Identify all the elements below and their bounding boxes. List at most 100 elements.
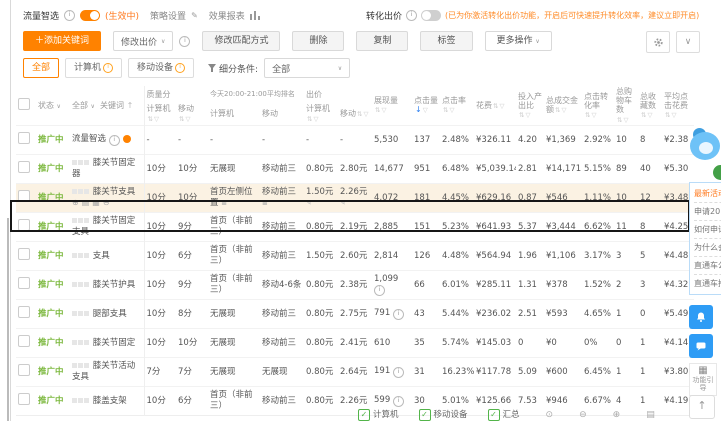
modify-match-button[interactable]: 修改匹配方式 [202, 31, 281, 51]
row-checkbox[interactable] [18, 393, 30, 406]
help-panel-item-5[interactable]: 直通车推广计划… [694, 275, 721, 292]
metric-header[interactable]: 花费⇅▽ [474, 86, 516, 126]
info-icon[interactable]: i [392, 396, 404, 408]
table-row[interactable]: 推广中 膝关节固定器 10分 10分 无展现 移动前三 0.80元 2.80元 14,677 9… [16, 154, 694, 184]
sub-header[interactable]: 计算机⇅▽ [304, 102, 338, 125]
promo-badge-icon[interactable] [713, 165, 721, 180]
sub-header[interactable]: 移动⇅▽ [176, 102, 208, 125]
list-icon[interactable]: ≣ [221, 199, 227, 207]
keyword-text[interactable]: 腿部支具 [93, 309, 127, 319]
device-tab-0[interactable]: 全部 [23, 58, 60, 78]
collapse-chevron-icon[interactable]: ∨ [676, 31, 700, 53]
row-checkbox[interactable] [18, 335, 30, 348]
refine-select[interactable]: 全部 ∨ [264, 58, 351, 78]
chart-icon[interactable]: ▦ [92, 198, 100, 207]
delete-button[interactable]: 删除 [292, 31, 345, 51]
edit-bid-icon[interactable]: ✎ [306, 199, 312, 207]
info-icon[interactable]: i [64, 9, 76, 21]
table-row[interactable]: 推广中 膝关节支具 ⊕ ▤ ▦ ⊖ 10分 10分 首页左侧位置 ≣ 移动前三 ≣ 1.50元 ✎… [16, 183, 694, 213]
more-actions-button[interactable]: 更多操作 ∨ [484, 31, 552, 51]
status-column-header[interactable]: 状态 ∨ [36, 86, 70, 126]
settings-gear-icon[interactable] [646, 31, 670, 53]
cell-gmv: ¥1,369 [546, 134, 576, 145]
row-checkbox[interactable] [18, 248, 30, 261]
row-checkbox[interactable] [18, 219, 30, 232]
keyword-text[interactable]: 流量智选 [72, 134, 106, 144]
sub-header[interactable]: 移动⇅▽ [338, 102, 372, 125]
keyword-column-header[interactable]: 全部 ∨ 关键词 ↑ [70, 86, 145, 126]
table-row[interactable]: 推广中 流量智选 i - - - - - -5,530 137 2.48% ¥326.11 4.20 ¥… [16, 125, 694, 155]
assistant-mascot-icon[interactable] [690, 128, 720, 162]
help-panel-item-1[interactable]: 申请20… [694, 203, 721, 221]
feedback-chat-button[interactable] [689, 334, 713, 358]
minus-icon[interactable]: ⊖ [579, 410, 587, 420]
table-row[interactable]: 推广中 膝关节活动支具 7分 7分 无展现 无展现 0.80元 2.64元 191 i 31 16… [16, 357, 694, 387]
traffic-select-toggle[interactable] [80, 9, 101, 21]
table-row[interactable]: 推广中 支具 10分 6分 首页（非前三） 移动前三 1.50元 2.60元 2,814 126… [16, 241, 694, 271]
sub-header[interactable]: 计算机⇅▽ [144, 102, 176, 125]
select-all-checkbox[interactable] [18, 98, 30, 111]
keyword-text[interactable]: 膝关节护具 [93, 280, 136, 290]
legend-item-2[interactable]: ✓ 汇总 [487, 408, 520, 421]
help-panel-item-2[interactable]: 如何申请图片功能… [694, 221, 721, 239]
sub-header[interactable]: 移动 [260, 102, 304, 125]
sub-header[interactable]: 计算机 [208, 102, 260, 125]
circle-icon[interactable]: ⊙ [546, 410, 554, 420]
info-icon[interactable]: i [392, 309, 404, 321]
metric-header[interactable]: 点击率⇅▽ [440, 86, 474, 126]
strategy-settings-link[interactable]: 策略设置 [150, 9, 186, 22]
info-icon[interactable]: i [108, 135, 120, 147]
list-icon[interactable]: ≣ [262, 199, 268, 207]
add-icon[interactable]: ⊕ [72, 198, 79, 207]
help-panel-item-4[interactable]: 直通车公告… [694, 257, 721, 275]
metric-header[interactable]: 平均点击花费⇅▽ [662, 86, 694, 126]
remove-icon[interactable]: ⊖ [103, 198, 110, 207]
edit-pencil-icon[interactable]: ✎ [191, 11, 198, 20]
plus-icon[interactable]: ⊕ [613, 410, 621, 420]
add-keyword-button[interactable]: ＋添加关键词 [23, 31, 102, 51]
conv-bid-info-icon[interactable]: i [406, 9, 418, 21]
metric-header[interactable]: 总成交金额⇅▽ [544, 86, 582, 126]
legend-item-1[interactable]: ✓ 移动设备 [418, 408, 468, 421]
keyword-text[interactable]: 膝关节支具 [93, 187, 136, 197]
modify-bid-info-icon[interactable]: i [179, 35, 191, 47]
tag-button[interactable]: 标签 [420, 31, 473, 51]
copy-button[interactable]: 复制 [356, 31, 409, 51]
table-row[interactable]: 推广中 膝关节护具 10分 9分 首页（非前三） 移动4-6条 0.80元 2.38元 1,0… [16, 270, 694, 300]
edit-bid-icon[interactable]: ✎ [340, 199, 346, 207]
modify-bid-select[interactable]: 修改出价 ∨ [113, 31, 174, 51]
help-panel-item-0[interactable]: 最新活动 [694, 185, 721, 203]
row-checkbox[interactable] [18, 161, 30, 174]
metric-header[interactable]: 总购物车数⇅▽ [614, 86, 638, 126]
metric-header[interactable]: 点击量↓▽ [412, 86, 440, 126]
conv-bid-toggle[interactable] [421, 9, 442, 21]
keyword-text[interactable]: 膝关节固定 [93, 338, 136, 348]
report-icon[interactable]: ▤ [82, 198, 90, 207]
table-row[interactable]: 推广中 膝关节固定 10分 10分 无展现 移动前三 0.80元 2.41元 610 35 5.7… [16, 328, 694, 358]
metric-header[interactable]: 总收藏数⇅▽ [638, 86, 662, 126]
feature-guide-button[interactable]: ▦ 功能引导 [689, 363, 717, 396]
back-to-top-button[interactable]: ↑ [689, 395, 715, 419]
keyword-text[interactable]: 膝盖支架 [93, 396, 127, 406]
keyword-text[interactable]: 支具 [93, 251, 110, 261]
info-icon[interactable]: i [374, 285, 385, 297]
table-row[interactable]: 推广中 腿部支具 10分 8分 无展现 移动前三 0.80元 2.75元 791 i 43 5.4… [16, 299, 694, 329]
device-tab-2[interactable]: 移动设备 i [128, 58, 195, 78]
metric-header[interactable]: 投入产出比⇅▽ [516, 86, 544, 126]
legend-item-0[interactable]: ✓ 计算机 [358, 408, 399, 421]
row-checkbox[interactable] [18, 132, 30, 145]
help-panel-item-3[interactable]: 为什么会出现过日… [694, 239, 721, 257]
report-link[interactable]: 效果报表 [209, 9, 245, 22]
device-tab-1[interactable]: 计算机 i [65, 58, 123, 78]
notification-bell-button[interactable] [689, 305, 713, 329]
row-checkbox[interactable] [18, 277, 30, 290]
table-row[interactable]: 推广中 膝关节固定支具 10分 9分 首页（非前三） 移动前三 0.80元 2.19元 2,8… [16, 212, 694, 242]
metric-header[interactable]: 点击转化率⇅▽ [582, 86, 614, 126]
cell-cart: 1 [616, 308, 622, 319]
row-checkbox[interactable] [18, 190, 30, 203]
info-icon[interactable]: i [392, 367, 404, 379]
grid-icon[interactable]: ▤ [646, 410, 655, 420]
metric-header[interactable]: 展现量⇅▽ [372, 86, 412, 126]
row-checkbox[interactable] [18, 306, 30, 319]
row-checkbox[interactable] [18, 364, 30, 377]
